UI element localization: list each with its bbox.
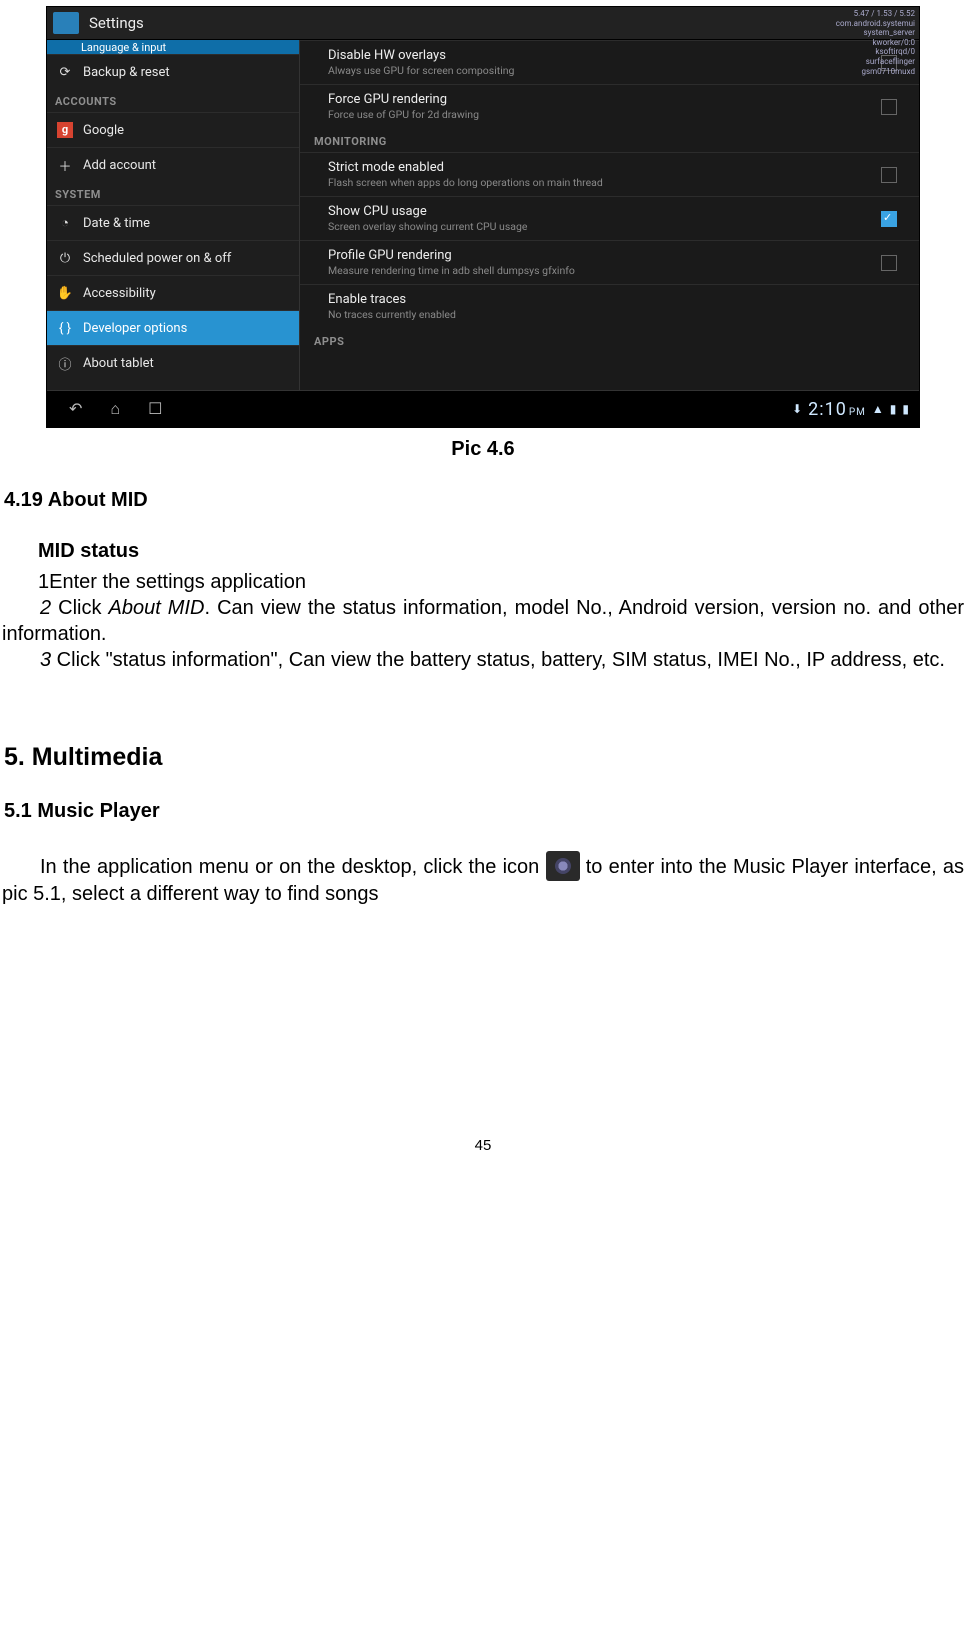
sidebar-item-label: About tablet [83, 356, 154, 371]
wifi-icon: ▲ [872, 402, 884, 416]
sidebar-item-scheduled[interactable]: ⏻ Scheduled power on & off [47, 240, 299, 275]
recent-apps-icon[interactable]: ☐ [148, 399, 162, 419]
braces-icon: { } [55, 321, 75, 336]
sidebar-item-datetime[interactable]: ◔ Date & time [47, 205, 299, 240]
option-title: Strict mode enabled [328, 160, 881, 175]
option-subtitle: Screen overlay showing current CPU usage [328, 220, 881, 233]
checkbox[interactable] [881, 99, 897, 115]
option-title: Disable HW overlays [328, 48, 881, 63]
option-title: Show CPU usage [328, 204, 881, 219]
system-navbar: ↶ ⌂ ☐ ⬇ 2:10PM ▲ ▮ ▮ [47, 390, 919, 427]
sidebar-item-developer[interactable]: { } Developer options [47, 310, 299, 345]
figure-caption: Pic 4.6 [0, 438, 966, 461]
option-enable-traces[interactable]: Enable traces No traces currently enable… [300, 284, 919, 328]
settings-sidebar: Language & input ⟳ Backup & reset ACCOUN… [47, 40, 300, 390]
sidebar-item-about[interactable]: ⓘ About tablet [47, 345, 299, 380]
hand-icon: ✋ [55, 286, 75, 301]
heading-about-mid: 4.19 About MID [0, 489, 966, 512]
back-icon[interactable]: ↶ [69, 399, 82, 419]
checkbox-checked[interactable] [881, 211, 897, 227]
step-3: 3 Click "status information", Can view t… [2, 647, 964, 673]
option-subtitle: Measure rendering time in adb shell dump… [328, 264, 881, 277]
sidebar-header-system: SYSTEM [47, 182, 299, 205]
info-icon: ⓘ [55, 354, 75, 373]
step-1: 1Enter the settings application [38, 569, 964, 595]
music-app-icon [546, 851, 580, 881]
checkbox[interactable] [881, 255, 897, 271]
backup-icon: ⟳ [55, 65, 75, 80]
status-clock: 2:10PM [808, 399, 866, 420]
option-strict-mode[interactable]: Strict mode enabled Flash screen when ap… [300, 152, 919, 196]
option-title: Profile GPU rendering [328, 248, 881, 263]
sidebar-item-language[interactable]: Language & input [47, 40, 299, 54]
option-disable-hw-overlays[interactable]: Disable HW overlays Always use GPU for s… [300, 40, 919, 84]
subheading-mid-status: MID status [38, 540, 966, 563]
sidebar-item-add-account[interactable]: ＋ Add account [47, 147, 299, 182]
action-bar-title: Settings [89, 14, 144, 32]
option-subtitle: No traces currently enabled [328, 308, 907, 321]
option-subtitle: Force use of GPU for 2d drawing [328, 108, 881, 121]
section-header-monitoring: MONITORING [300, 128, 919, 152]
sidebar-item-label: Date & time [83, 216, 150, 231]
heading-multimedia: 5. Multimedia [0, 743, 966, 772]
step-2: 2 Click About MID. Can view the status i… [2, 595, 964, 647]
sidebar-item-label: Backup & reset [83, 65, 170, 80]
clock-icon: ◔ [55, 215, 75, 231]
option-title: Enable traces [328, 292, 907, 307]
sidebar-item-label: Google [83, 123, 124, 138]
sidebar-item-label: Scheduled power on & off [83, 251, 231, 266]
option-force-gpu-rendering[interactable]: Force GPU rendering Force use of GPU for… [300, 84, 919, 128]
sidebar-header-accounts: ACCOUNTS [47, 89, 299, 112]
settings-detail-pane: Disable HW overlays Always use GPU for s… [300, 40, 919, 390]
signal-icon: ▮ [890, 402, 897, 416]
sidebar-item-accessibility[interactable]: ✋ Accessibility [47, 275, 299, 310]
checkbox[interactable] [881, 167, 897, 183]
settings-app-icon [53, 12, 79, 34]
option-subtitle: Flash screen when apps do long operation… [328, 176, 881, 189]
option-subtitle: Always use GPU for screen compositing [328, 64, 881, 77]
option-show-cpu-usage[interactable]: Show CPU usage Screen overlay showing cu… [300, 196, 919, 240]
action-bar: Settings [47, 7, 919, 40]
option-title: Force GPU rendering [328, 92, 881, 107]
sidebar-item-backup[interactable]: ⟳ Backup & reset [47, 54, 299, 89]
power-schedule-icon: ⏻ [55, 251, 75, 266]
plus-icon: ＋ [55, 156, 75, 175]
cpu-overlay: 5.47 / 1.53 / 5.52 com.android.systemui … [836, 9, 915, 76]
option-profile-gpu[interactable]: Profile GPU rendering Measure rendering … [300, 240, 919, 284]
sidebar-item-label: Accessibility [83, 286, 156, 301]
google-icon: g [55, 122, 75, 138]
battery-icon: ▮ [902, 402, 909, 416]
music-player-paragraph: In the application menu or on the deskto… [2, 851, 964, 907]
settings-screenshot: 5.47 / 1.53 / 5.52 com.android.systemui … [46, 6, 920, 428]
section-header-apps: APPS [300, 328, 919, 352]
home-icon[interactable]: ⌂ [110, 399, 120, 419]
download-icon: ⬇ [792, 402, 802, 416]
sidebar-item-label: Developer options [83, 321, 187, 336]
sidebar-item-google[interactable]: g Google [47, 112, 299, 147]
heading-music-player: 5.1 Music Player [0, 800, 966, 823]
page-number: 45 [0, 1137, 966, 1154]
sidebar-item-label: Add account [83, 158, 156, 173]
